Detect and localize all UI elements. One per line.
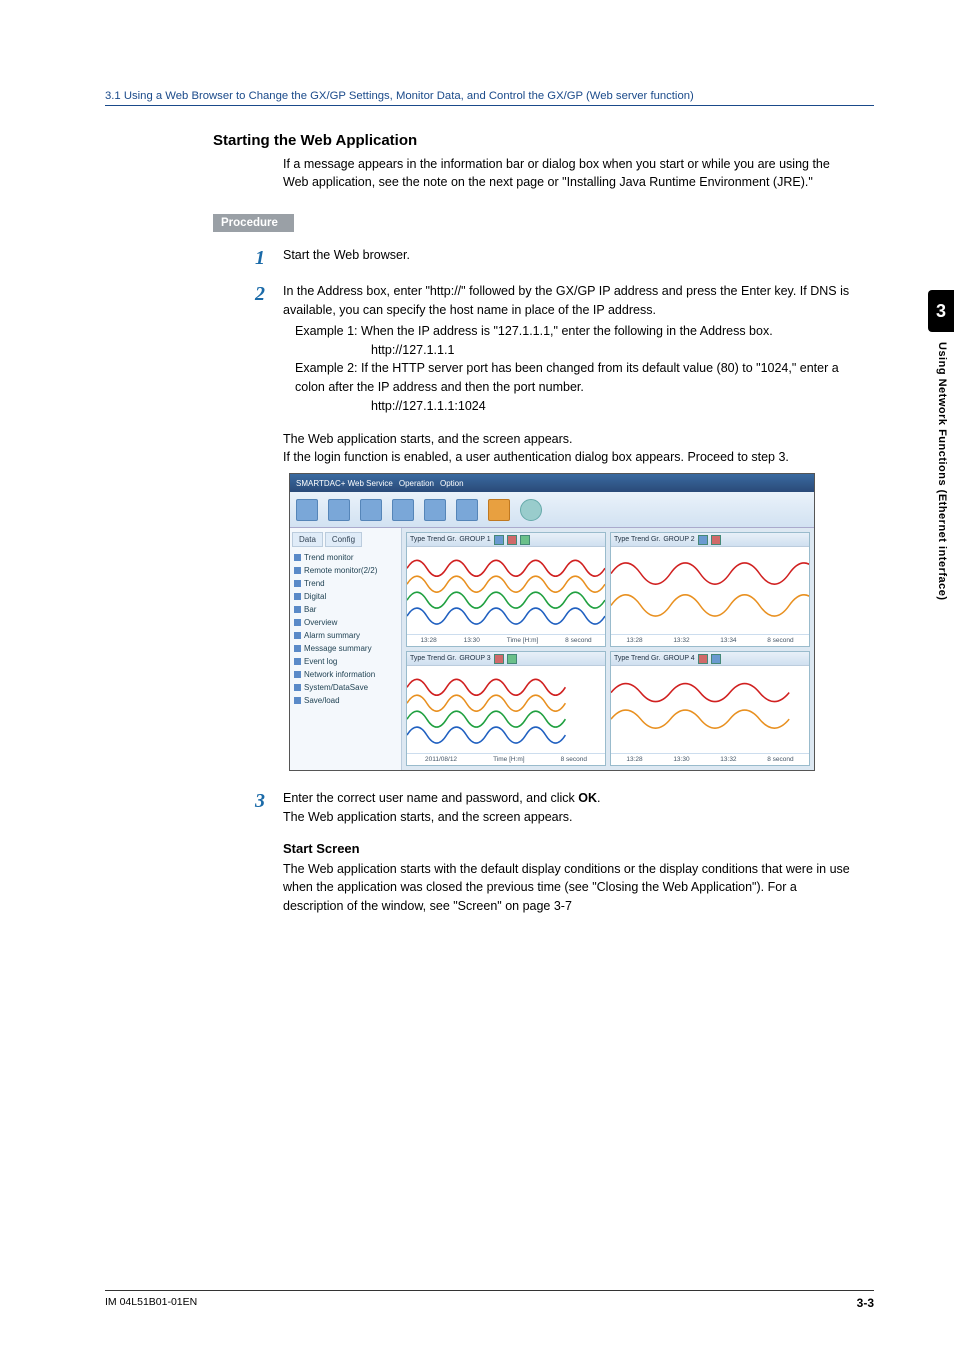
panel-title: Type Trend Gr. — [410, 655, 456, 662]
screenshot-menu: Operation — [399, 479, 434, 488]
step-number: 1 — [255, 246, 283, 268]
footer-left: IM 04L51B01-01EN — [105, 1296, 197, 1310]
example1-head: Example 1: — [295, 324, 361, 338]
screenshot-sidebar: Data Config Trend monitor Remote monitor… — [290, 528, 402, 770]
start-screen-body: The Web application starts with the defa… — [283, 860, 853, 916]
midinfo-a: The Web application starts, and the scre… — [283, 430, 853, 449]
time-tick: 13:28 — [626, 756, 642, 763]
step3-text-b: . — [597, 791, 600, 805]
sidebar-item: Overview — [292, 616, 399, 629]
rate: 8 second — [565, 637, 591, 644]
sidebar-item: Remote monitor(2/2) — [292, 564, 399, 577]
sidebar-item: Message summary — [292, 642, 399, 655]
refresh-icon — [520, 499, 542, 521]
sidebar-item: Network information — [292, 668, 399, 681]
page-title: Starting the Web Application — [213, 132, 853, 149]
step-body: Start the Web browser. — [283, 246, 853, 265]
procedure-label: Procedure — [213, 214, 294, 232]
example2-line2: http://127.1.1.1:1024 — [371, 397, 853, 416]
time-tick: 13:30 — [673, 756, 689, 763]
intro-text: If a message appears in the information … — [283, 155, 853, 191]
sidebar-item: Trend monitor — [292, 551, 399, 564]
screenshot-ribbon — [290, 492, 814, 528]
trend-panel: Type Trend Gr.GROUP 1 13:28 13:30 Time [H:… — [406, 532, 606, 647]
print-icon — [488, 499, 510, 521]
chapter-tab: 3 — [928, 290, 954, 332]
sidebar-item: Event log — [292, 655, 399, 668]
time-tick: 13:32 — [673, 637, 689, 644]
configure-icon — [328, 499, 350, 521]
sidebar-item: Digital — [292, 590, 399, 603]
midinfo-b: If the login function is enabled, a user… — [283, 448, 853, 467]
step2-lead: In the Address box, enter "http://" foll… — [283, 284, 849, 317]
screenshot-panels: Type Trend Gr.GROUP 1 13:2813:30Time [H:… — [402, 528, 814, 770]
panel-title: Type Trend Gr. — [410, 536, 456, 543]
trend-panel: Type Trend Gr.GROUP 2 13:28 13:32 13:34 8 s… — [610, 532, 810, 647]
screenshot-titlebar: SMARTDAC+ Web Service Operation Option — [290, 474, 814, 492]
time-tick: 13:28 — [626, 637, 642, 644]
ok-label: OK — [578, 791, 597, 805]
trend-panel: Type Trend Gr.GROUP 4 13:28 13:30 13:32 8 s… — [610, 651, 810, 766]
alarm-icon — [360, 499, 382, 521]
sidebar-item: Alarm summary — [292, 629, 399, 642]
panel-group: GROUP 1 — [459, 536, 490, 543]
panel-group: GROUP 4 — [663, 655, 694, 662]
start-screen-title: Start Screen — [283, 841, 853, 856]
step-3: 3 Enter the correct user name and passwo… — [255, 789, 853, 827]
sidebar-item: Save/load — [292, 694, 399, 707]
xlabel: Time [H:m] — [493, 756, 525, 763]
rate: 8 second — [767, 756, 793, 763]
step3-text-a: Enter the correct user name and password… — [283, 791, 578, 805]
trend-panel: Type Trend Gr.GROUP 3 2011/08/12 Time [H:… — [406, 651, 606, 766]
step-1: 1 Start the Web browser. — [255, 246, 853, 268]
step-2: 2 In the Address box, enter "http://" fo… — [255, 282, 853, 415]
footer-page: 3-3 — [857, 1296, 874, 1310]
example1-line2: http://127.1.1.1 — [371, 341, 853, 360]
time-tick: 13:34 — [720, 637, 736, 644]
time-tick: 13:28 — [420, 637, 436, 644]
step-number: 3 — [255, 789, 283, 811]
chapter-side-label: Using Network Functions (Ethernet interf… — [936, 342, 948, 601]
step-number: 2 — [255, 282, 283, 304]
step-body: Enter the correct user name and password… — [283, 789, 853, 827]
date: 2011/08/12 — [425, 756, 457, 763]
panel-title: Type Trend Gr. — [614, 536, 660, 543]
rate: 8 second — [767, 637, 793, 644]
sidebar-item: Trend — [292, 577, 399, 590]
summary-icon — [456, 499, 478, 521]
overview-icon — [296, 499, 318, 521]
step3-text-c: The Web application starts, and the scre… — [283, 808, 853, 827]
side-tab-data: Data — [292, 532, 323, 547]
side-tab-config: Config — [325, 532, 362, 547]
step-body: In the Address box, enter "http://" foll… — [283, 282, 853, 415]
xlabel: Time [H:m] — [507, 637, 539, 644]
example1-line1: When the IP address is "127.1.1.1," ente… — [361, 324, 773, 338]
breadcrumb: 3.1 Using a Web Browser to Change the GX… — [105, 90, 874, 106]
overview2-icon — [424, 499, 446, 521]
panel-title: Type Trend Gr. — [614, 655, 660, 662]
trend-icon — [392, 499, 414, 521]
sidebar-item: System/DataSave — [292, 681, 399, 694]
screenshot-menu: Option — [440, 479, 464, 488]
panel-group: GROUP 2 — [663, 536, 694, 543]
time-tick: 13:32 — [720, 756, 736, 763]
panel-group: GROUP 3 — [459, 655, 490, 662]
sidebar-item: Bar — [292, 603, 399, 616]
rate: 8 second — [561, 756, 587, 763]
example2-head: Example 2: — [295, 361, 361, 375]
example2-line1: If the HTTP server port has been changed… — [295, 361, 839, 394]
time-tick: 13:30 — [464, 637, 480, 644]
page-footer: IM 04L51B01-01EN 3-3 — [105, 1290, 874, 1310]
screenshot-title: SMARTDAC+ Web Service — [296, 479, 393, 488]
screenshot: SMARTDAC+ Web Service Operation Option D… — [289, 473, 815, 771]
